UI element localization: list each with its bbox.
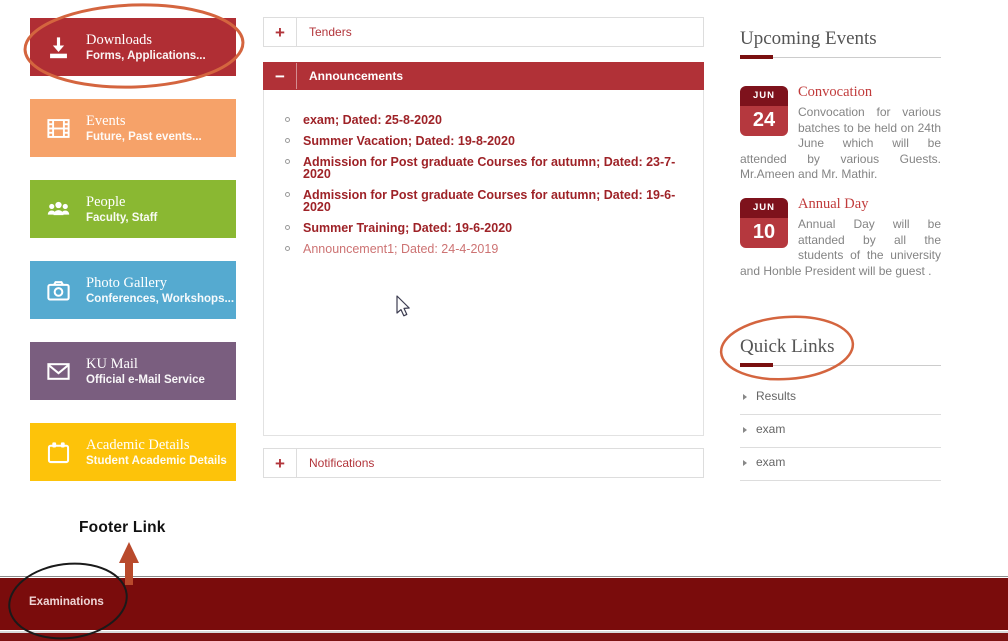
quick-link-exam[interactable]: exam: [740, 448, 941, 481]
expand-icon[interactable]: +: [264, 18, 297, 46]
tile-subtitle: Faculty, Staff: [86, 211, 157, 225]
footer-link-annotation-label: Footer Link: [79, 519, 166, 537]
tile-subtitle: Student Academic Details: [86, 454, 227, 468]
camera-icon: [45, 277, 72, 304]
bullet-icon: [285, 192, 290, 197]
film-icon: [45, 115, 72, 142]
sidebar-tile-ku-mail[interactable]: KU Mail Official e-Mail Service: [30, 342, 236, 400]
tile-subtitle: Future, Past events...: [86, 130, 202, 144]
bullet-icon: [285, 225, 290, 230]
announcement-link[interactable]: Admission for Post graduate Courses for …: [285, 189, 683, 213]
quick-link-exam[interactable]: exam: [740, 415, 941, 448]
event-item: JUN 24 Convocation Convocation for vario…: [740, 84, 941, 183]
envelope-icon: [45, 358, 72, 385]
accordion-header-announcements[interactable]: − Announcements: [263, 62, 704, 90]
announcement-link[interactable]: Admission for Post graduate Courses for …: [285, 156, 683, 180]
tile-title: Academic Details: [86, 437, 227, 454]
caret-right-icon: [743, 427, 747, 433]
announcement-link-visited[interactable]: Announcement1; Dated: 24-4-2019: [285, 243, 683, 255]
announcement-link[interactable]: exam; Dated: 25-8-2020: [285, 114, 683, 126]
tile-title: KU Mail: [86, 356, 205, 373]
quick-links-heading: Quick Links: [740, 336, 834, 358]
footer: Examinations: [0, 578, 1008, 630]
heading-underline: [740, 57, 941, 58]
quick-links-list: Results exam exam: [740, 382, 941, 481]
accordion-header-tenders[interactable]: + Tenders: [263, 17, 704, 47]
sidebar-tile-people[interactable]: People Faculty, Staff: [30, 180, 236, 238]
heading-underline: [740, 365, 941, 366]
bullet-icon: [285, 159, 290, 164]
footer-top-divider: [0, 576, 1008, 577]
event-date-badge: JUN 24: [740, 86, 788, 136]
upcoming-events-heading: Upcoming Events: [740, 28, 877, 50]
tile-subtitle: Official e-Mail Service: [86, 373, 205, 387]
event-item: JUN 10 Annual Day Annual Day will be att…: [740, 196, 941, 279]
bullet-icon: [285, 138, 290, 143]
tile-subtitle: Forms, Applications...: [86, 49, 206, 63]
tile-title: Events: [86, 113, 202, 130]
collapse-icon[interactable]: −: [264, 63, 297, 89]
page: Downloads Forms, Applications... Events …: [0, 0, 1008, 641]
announcement-link[interactable]: Summer Training; Dated: 19-6-2020: [285, 222, 683, 234]
accordion-label: Announcements: [297, 63, 403, 89]
sidebar: Downloads Forms, Applications... Events …: [30, 18, 236, 504]
people-icon: [45, 196, 72, 223]
bullet-icon: [285, 246, 290, 251]
quick-link-results[interactable]: Results: [740, 382, 941, 415]
tile-subtitle: Conferences, Workshops...: [86, 292, 234, 306]
caret-right-icon: [743, 394, 747, 400]
event-date-badge: JUN 10: [740, 198, 788, 248]
caret-right-icon: [743, 460, 747, 466]
expand-icon[interactable]: +: [264, 449, 297, 477]
sidebar-tile-downloads[interactable]: Downloads Forms, Applications...: [30, 18, 236, 76]
accordion-label: Notifications: [297, 449, 374, 477]
sidebar-tile-photo-gallery[interactable]: Photo Gallery Conferences, Workshops...: [30, 261, 236, 319]
sidebar-tile-academic-details[interactable]: Academic Details Student Academic Detail…: [30, 423, 236, 481]
calendar-icon: [45, 439, 72, 466]
sidebar-tile-events[interactable]: Events Future, Past events...: [30, 99, 236, 157]
footer-link-examinations[interactable]: Examinations: [29, 596, 104, 608]
tile-title: Photo Gallery: [86, 275, 234, 292]
accordion-label: Tenders: [297, 18, 352, 46]
tile-title: Downloads: [86, 32, 206, 49]
announcements-panel: exam; Dated: 25-8-2020 Summer Vacation; …: [263, 90, 704, 436]
accordion-header-notifications[interactable]: + Notifications: [263, 448, 704, 478]
footer-bottom-band: [0, 633, 1008, 641]
tile-title: People: [86, 194, 157, 211]
download-icon: [45, 34, 72, 61]
bullet-icon: [285, 117, 290, 122]
announcement-link[interactable]: Summer Vacation; Dated: 19-8-2020: [285, 135, 683, 147]
